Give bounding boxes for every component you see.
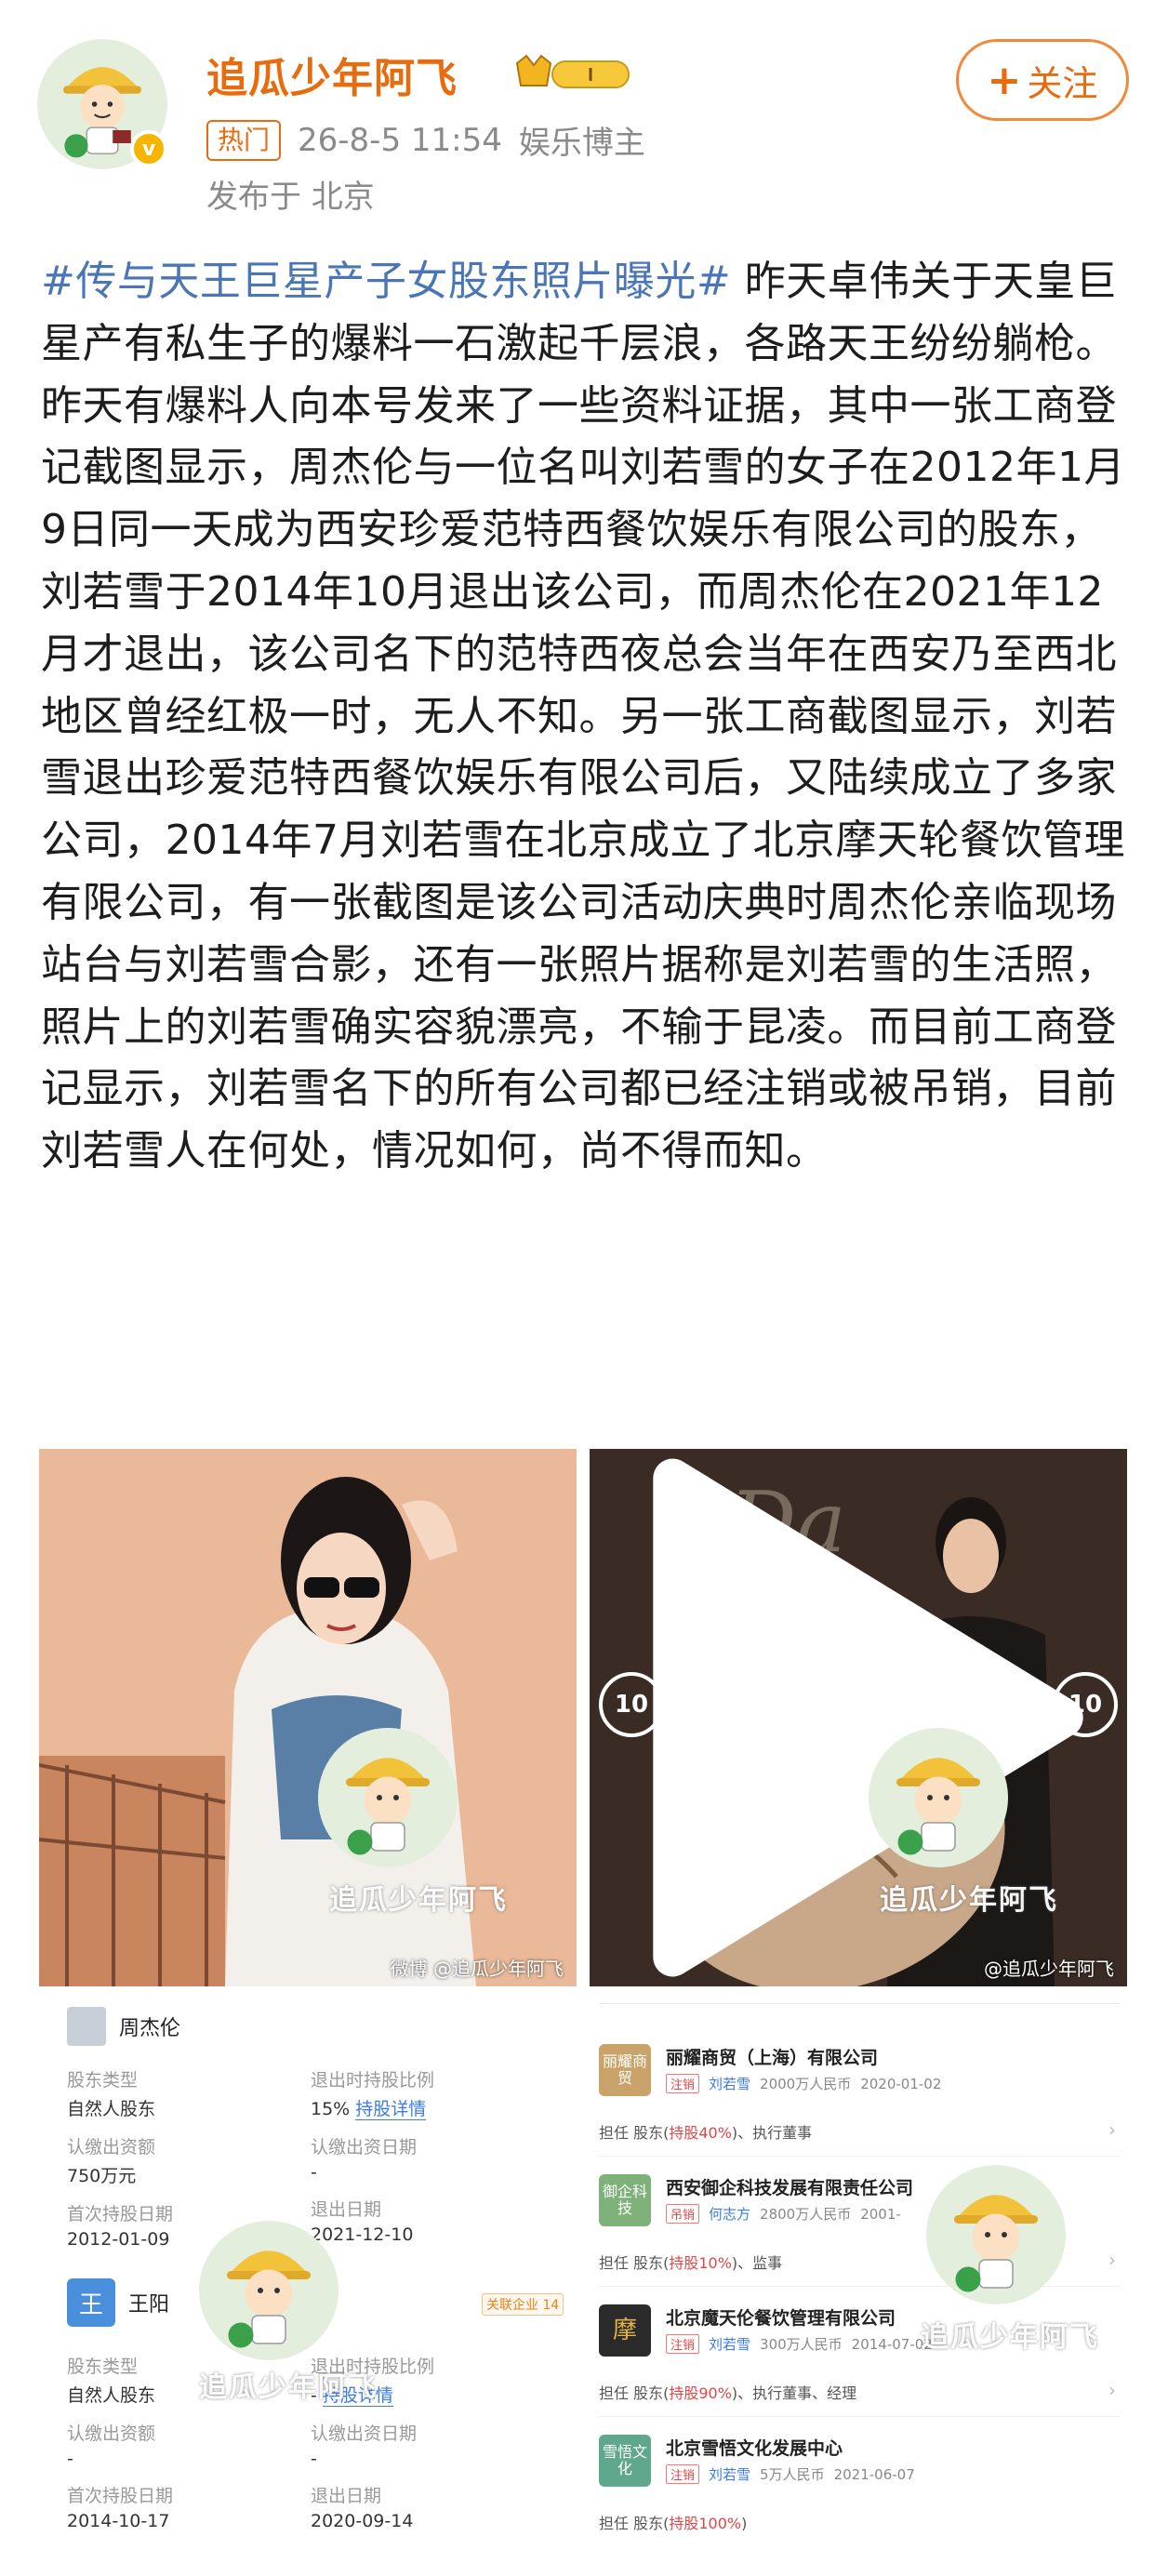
shareholding-detail-link[interactable]: 持股详情	[355, 2099, 427, 2120]
photo-woman-image[interactable]: 追瓜少年阿飞 微博 @追瓜少年阿飞	[39, 1449, 577, 1986]
field-value: 2014-10-17	[67, 2511, 170, 2531]
topic-link[interactable]: #传与天王巨星产子女股东照片曝光#	[41, 258, 731, 305]
user-category: 娱乐博主	[518, 125, 645, 162]
company-role: 担任 股东(持股90%)、执行董事、经理	[599, 2384, 857, 2402]
plus-icon: +	[987, 56, 1022, 104]
field-value: 2020-09-14	[311, 2511, 414, 2531]
field-value: -	[67, 2449, 73, 2469]
field-value: -	[311, 2162, 317, 2183]
company-name: 丽耀商贸（上海）有限公司	[666, 2048, 879, 2068]
field-label: 首次持股日期	[67, 2486, 174, 2506]
related-company-tag[interactable]: 关联企业 14	[482, 2293, 564, 2316]
field-label: 认缴出资日期	[311, 2423, 418, 2444]
company-role: 担任 股东(持股40%)、执行董事	[599, 2124, 813, 2142]
shareholder-name: 周杰伦	[119, 2017, 181, 2040]
company-role: 担任 股东(持股100%)	[599, 2515, 748, 2532]
field-value: 自然人股东	[67, 2099, 156, 2119]
verified-badge-icon: v	[130, 130, 167, 167]
corner-watermark: @追瓜少年阿飞	[984, 1958, 1114, 1980]
divider	[599, 2416, 1120, 2417]
field-label: 股东类型	[67, 2070, 139, 2091]
company-capital: 5万人民币	[760, 2466, 825, 2483]
watermark-text: 追瓜少年阿飞	[329, 1884, 508, 1917]
shareholder-avatar: 王	[67, 2278, 115, 2327]
company-capital: 2000万人民币	[760, 2076, 852, 2092]
watermark-avatar-icon	[199, 2221, 338, 2360]
post-body: #传与天王巨星产子女股东照片曝光# 昨天卓伟关于天皇巨星产有私生子的爆料一石激起…	[41, 251, 1129, 1183]
company-capital: 2800万人民币	[760, 2206, 852, 2223]
company-logo: 御企科技	[599, 2174, 651, 2226]
post-meta: 热门 26-8-5 11:54 娱乐博主	[206, 117, 645, 163]
company-list-screenshot[interactable]: 丽耀商贸 丽耀商贸（上海）有限公司 注销 刘若雪 2000万人民币 2020-0…	[590, 1999, 1127, 2548]
field-label: 认缴出资额	[67, 2423, 156, 2444]
company-person: 刘若雪	[709, 2076, 751, 2092]
field-label: 认缴出资额	[67, 2137, 156, 2158]
follow-button[interactable]: + 关注	[956, 39, 1129, 121]
field-label: 退出时持股比例	[311, 2070, 435, 2091]
company-person: 刘若雪	[709, 2336, 751, 2353]
company-status: 注销	[666, 2074, 700, 2093]
chevron-right-icon: ›	[1108, 2249, 1116, 2271]
field-label: 退出日期	[311, 2199, 382, 2220]
member-level-badge-icon: I	[513, 52, 634, 95]
field-label: 股东类型	[67, 2357, 139, 2377]
chevron-right-icon: ›	[1108, 2379, 1116, 2401]
member-level-text: I	[588, 65, 593, 86]
company-logo: 雪悟文化	[599, 2435, 651, 2487]
company-date: 2001-	[860, 2205, 901, 2223]
post-timestamp: 26-8-5 11:54	[298, 121, 502, 159]
company-logo: 丽耀商贸	[599, 2044, 651, 2096]
watermark-text: 追瓜少年阿飞	[199, 2371, 378, 2404]
video-thumbnail[interactable]: Da 10 10 追瓜少年阿飞 @追瓜少年阿飞	[590, 1449, 1127, 1986]
post-location: 发布于 北京	[206, 179, 375, 216]
company-person: 刘若雪	[709, 2466, 751, 2483]
divider	[599, 2003, 1120, 2004]
divider	[599, 2156, 1120, 2157]
company-date: 2020-01-02	[860, 2075, 942, 2092]
corner-watermark: 微博 @追瓜少年阿飞	[390, 1958, 564, 1980]
company-date: 2021-06-07	[833, 2465, 915, 2483]
watermark-avatar-icon	[869, 1728, 1008, 1867]
hot-tag: 热门	[206, 119, 282, 161]
watermark-avatar-icon	[318, 1728, 458, 1867]
field-value: 750万元	[67, 2166, 137, 2186]
post-header: v 追瓜少年阿飞 I 热门 26-8-5 11:54 娱乐博主 发布于 北京 +…	[0, 0, 1168, 232]
company-name: 北京雪悟文化发展中心	[666, 2438, 843, 2459]
company-person: 何志方	[709, 2206, 751, 2223]
field-value: 2012-01-09	[67, 2229, 170, 2250]
field-label: 首次持股日期	[67, 2204, 174, 2224]
company-status: 吊销	[666, 2204, 700, 2224]
company-capital: 300万人民币	[760, 2336, 843, 2353]
company-name: 西安御企科技发展有限责任公司	[666, 2178, 914, 2198]
field-value: 15%	[311, 2099, 351, 2119]
shareholder-name: 王阳	[128, 2293, 170, 2317]
field-label: 退出日期	[311, 2486, 382, 2506]
shareholder-screenshot[interactable]: 周杰伦 股东类型 自然人股东 认缴出资额 750万元 首次持股日期 2012-0…	[39, 1999, 577, 2548]
company-logo: 摩	[599, 2304, 651, 2357]
watermark-avatar-icon	[926, 2165, 1066, 2304]
shareholder-avatar	[67, 2007, 106, 2046]
field-value: 自然人股东	[67, 2385, 156, 2406]
follow-label: 关注	[1027, 62, 1098, 104]
watermark-text: 追瓜少年阿飞	[880, 1884, 1058, 1917]
company-role: 担任 股东(持股10%)、监事	[599, 2254, 783, 2272]
watermark-text: 追瓜少年阿飞	[921, 2321, 1099, 2354]
post-content: 昨天卓伟关于天皇巨星产有私生子的爆料一石激起千层浪，各路天王纷纷躺枪。昨天有爆料…	[41, 258, 1125, 1175]
shareholder-card: 王 王阳	[67, 2278, 169, 2327]
company-status: 注销	[666, 2334, 700, 2354]
company-name: 北京魔天伦餐饮管理有限公司	[666, 2308, 896, 2329]
chevron-right-icon: ›	[1108, 2118, 1116, 2141]
field-label: 认缴出资日期	[311, 2137, 418, 2158]
company-status: 注销	[666, 2464, 700, 2484]
username[interactable]: 追瓜少年阿飞	[206, 45, 458, 104]
field-value: -	[311, 2449, 317, 2469]
